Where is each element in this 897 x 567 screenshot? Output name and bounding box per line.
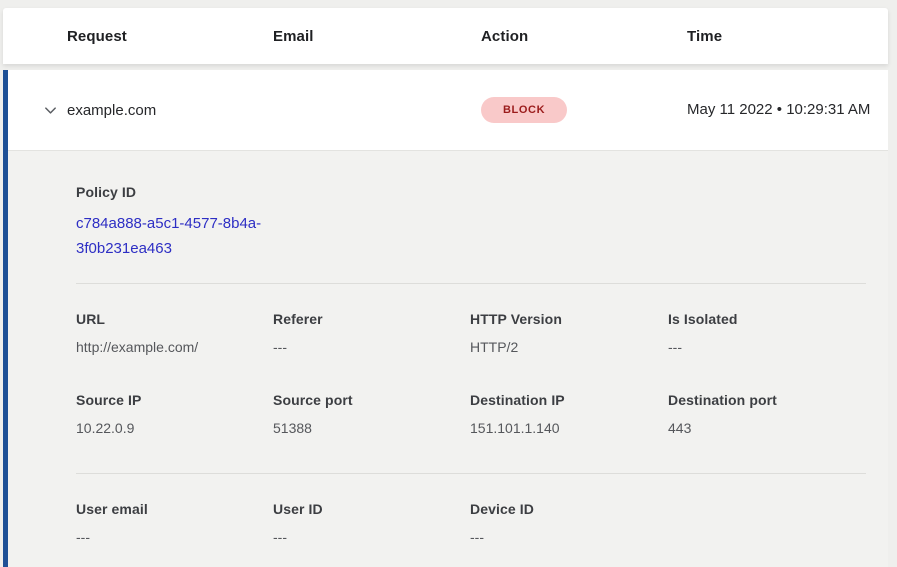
detail-row-http: URL http://example.com/ Referer --- HTTP… bbox=[76, 311, 866, 355]
log-row-example-com[interactable]: example.com BLOCK May 11 2022 • 10:29:31… bbox=[8, 70, 888, 150]
field-user-email: User email --- bbox=[76, 501, 273, 545]
timestamp: May 11 2022 • 10:29:31 AM bbox=[687, 98, 873, 122]
field-user-id: User ID --- bbox=[273, 501, 470, 545]
field-http-version: HTTP Version HTTP/2 bbox=[470, 311, 668, 355]
expanded-log-entry: example.com BLOCK May 11 2022 • 10:29:31… bbox=[3, 70, 888, 567]
field-url: URL http://example.com/ bbox=[76, 311, 273, 355]
log-detail-panel: Policy ID c784a888-a5c1-4577-8b4a-3f0b23… bbox=[8, 150, 888, 567]
column-header-request: Request bbox=[67, 28, 273, 45]
action-cell: BLOCK bbox=[481, 97, 687, 123]
policy-id-link[interactable]: c784a888-a5c1-4577-8b4a-3f0b231ea463 bbox=[76, 212, 274, 262]
field-source-ip: Source IP 10.22.0.9 bbox=[76, 392, 273, 436]
column-header-time: Time bbox=[687, 28, 888, 45]
detail-row-user: User email --- User ID --- Device ID --- bbox=[76, 501, 866, 545]
chevron-down-icon[interactable] bbox=[42, 102, 58, 118]
field-referer: Referer --- bbox=[273, 311, 470, 355]
field-is-isolated: Is Isolated --- bbox=[668, 311, 866, 355]
policy-id-label: Policy ID bbox=[76, 184, 866, 200]
section-divider bbox=[76, 283, 866, 284]
field-destination-ip: Destination IP 151.101.1.140 bbox=[470, 392, 668, 436]
section-divider bbox=[76, 473, 866, 474]
log-table-header: Request Email Action Time bbox=[3, 8, 888, 64]
field-device-id: Device ID --- bbox=[470, 501, 668, 545]
field-destination-port: Destination port 443 bbox=[668, 392, 866, 436]
field-source-port: Source port 51388 bbox=[273, 392, 470, 436]
field-empty bbox=[668, 501, 866, 545]
request-domain: example.com bbox=[67, 102, 273, 119]
action-block-badge: BLOCK bbox=[481, 97, 567, 123]
column-header-email: Email bbox=[273, 28, 481, 45]
column-header-action: Action bbox=[481, 28, 687, 45]
detail-row-network: Source IP 10.22.0.9 Source port 51388 De… bbox=[76, 392, 866, 436]
page-top-margin bbox=[0, 0, 897, 8]
